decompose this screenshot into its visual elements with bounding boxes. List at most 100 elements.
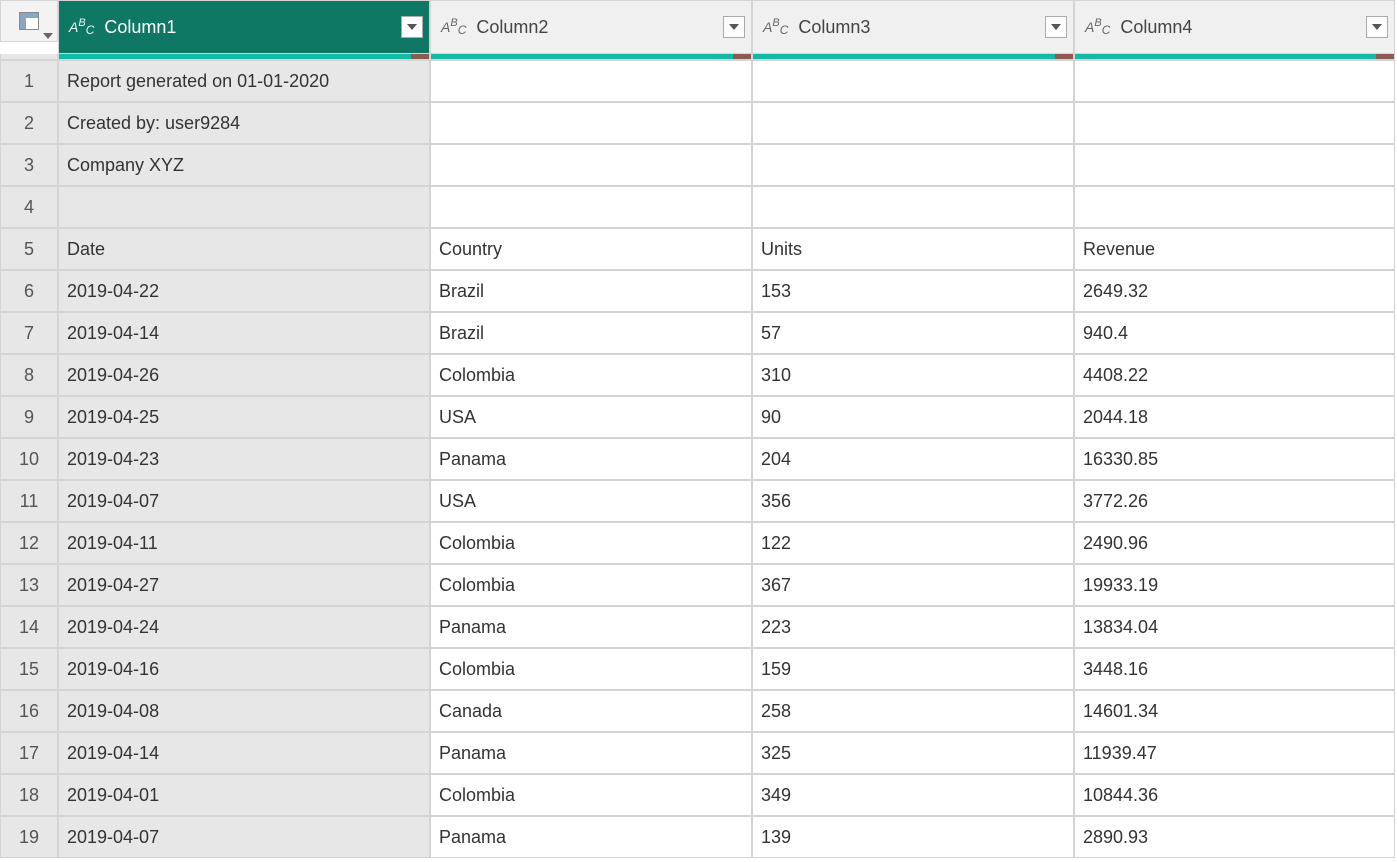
- row-number[interactable]: 13: [0, 564, 58, 606]
- table-cell[interactable]: [752, 60, 1074, 102]
- table-cell[interactable]: Panama: [430, 438, 752, 480]
- table-cell[interactable]: Brazil: [430, 270, 752, 312]
- table-cell[interactable]: [430, 186, 752, 228]
- table-cell[interactable]: [752, 144, 1074, 186]
- table-cell[interactable]: 2019-04-08: [58, 690, 430, 732]
- table-cell[interactable]: 2019-04-23: [58, 438, 430, 480]
- table-cell[interactable]: Colombia: [430, 648, 752, 690]
- row-number[interactable]: 19: [0, 816, 58, 858]
- table-cell[interactable]: Colombia: [430, 354, 752, 396]
- table-cell[interactable]: [430, 60, 752, 102]
- column-filter-button[interactable]: [723, 16, 745, 38]
- select-all-corner[interactable]: [0, 0, 58, 42]
- table-cell[interactable]: 349: [752, 774, 1074, 816]
- table-cell[interactable]: 258: [752, 690, 1074, 732]
- table-cell[interactable]: Panama: [430, 732, 752, 774]
- column-header-3[interactable]: ABCColumn3: [752, 0, 1074, 54]
- column-header-2[interactable]: ABCColumn2: [430, 0, 752, 54]
- table-cell[interactable]: 2019-04-01: [58, 774, 430, 816]
- table-cell[interactable]: 310: [752, 354, 1074, 396]
- row-number[interactable]: 3: [0, 144, 58, 186]
- table-cell[interactable]: 159: [752, 648, 1074, 690]
- table-cell[interactable]: 16330.85: [1074, 438, 1395, 480]
- row-number[interactable]: 18: [0, 774, 58, 816]
- table-cell[interactable]: 2019-04-25: [58, 396, 430, 438]
- row-number[interactable]: 16: [0, 690, 58, 732]
- table-cell[interactable]: [1074, 60, 1395, 102]
- table-cell[interactable]: 325: [752, 732, 1074, 774]
- table-cell[interactable]: USA: [430, 396, 752, 438]
- table-cell[interactable]: 3772.26: [1074, 480, 1395, 522]
- row-number[interactable]: 17: [0, 732, 58, 774]
- column-filter-button[interactable]: [1366, 16, 1388, 38]
- table-cell[interactable]: Company XYZ: [58, 144, 430, 186]
- table-cell[interactable]: 367: [752, 564, 1074, 606]
- table-cell[interactable]: Date: [58, 228, 430, 270]
- table-cell[interactable]: [752, 102, 1074, 144]
- row-number[interactable]: 11: [0, 480, 58, 522]
- column-header-4[interactable]: ABCColumn4: [1074, 0, 1395, 54]
- table-cell[interactable]: 122: [752, 522, 1074, 564]
- table-cell[interactable]: 57: [752, 312, 1074, 354]
- column-filter-button[interactable]: [401, 16, 423, 38]
- table-cell[interactable]: Created by: user9284: [58, 102, 430, 144]
- table-cell[interactable]: 356: [752, 480, 1074, 522]
- table-cell[interactable]: 2019-04-14: [58, 732, 430, 774]
- row-number[interactable]: 4: [0, 186, 58, 228]
- row-number[interactable]: 14: [0, 606, 58, 648]
- table-cell[interactable]: 204: [752, 438, 1074, 480]
- table-cell[interactable]: 223: [752, 606, 1074, 648]
- table-cell[interactable]: 14601.34: [1074, 690, 1395, 732]
- table-cell[interactable]: USA: [430, 480, 752, 522]
- table-cell[interactable]: 2649.32: [1074, 270, 1395, 312]
- table-cell[interactable]: Panama: [430, 816, 752, 858]
- row-number[interactable]: 5: [0, 228, 58, 270]
- table-cell[interactable]: [58, 186, 430, 228]
- table-cell[interactable]: 10844.36: [1074, 774, 1395, 816]
- row-number[interactable]: 12: [0, 522, 58, 564]
- table-cell[interactable]: 90: [752, 396, 1074, 438]
- table-cell[interactable]: 2019-04-16: [58, 648, 430, 690]
- table-cell[interactable]: 2019-04-07: [58, 480, 430, 522]
- table-cell[interactable]: 2019-04-14: [58, 312, 430, 354]
- column-header-1[interactable]: ABCColumn1: [58, 0, 430, 54]
- table-cell[interactable]: Panama: [430, 606, 752, 648]
- table-cell[interactable]: Revenue: [1074, 228, 1395, 270]
- row-number[interactable]: 2: [0, 102, 58, 144]
- row-number[interactable]: 9: [0, 396, 58, 438]
- table-cell[interactable]: [430, 144, 752, 186]
- table-cell[interactable]: Country: [430, 228, 752, 270]
- table-cell[interactable]: Colombia: [430, 774, 752, 816]
- table-cell[interactable]: 11939.47: [1074, 732, 1395, 774]
- table-cell[interactable]: Units: [752, 228, 1074, 270]
- table-cell[interactable]: 3448.16: [1074, 648, 1395, 690]
- table-cell[interactable]: 2019-04-11: [58, 522, 430, 564]
- row-number[interactable]: 15: [0, 648, 58, 690]
- table-cell[interactable]: 139: [752, 816, 1074, 858]
- table-cell[interactable]: 2490.96: [1074, 522, 1395, 564]
- row-number[interactable]: 1: [0, 60, 58, 102]
- table-cell[interactable]: [1074, 144, 1395, 186]
- table-cell[interactable]: 2019-04-26: [58, 354, 430, 396]
- table-cell[interactable]: [430, 102, 752, 144]
- column-filter-button[interactable]: [1045, 16, 1067, 38]
- table-cell[interactable]: [752, 186, 1074, 228]
- row-number[interactable]: 7: [0, 312, 58, 354]
- table-cell[interactable]: 940.4: [1074, 312, 1395, 354]
- row-number[interactable]: 8: [0, 354, 58, 396]
- table-cell[interactable]: 2019-04-22: [58, 270, 430, 312]
- row-number[interactable]: 6: [0, 270, 58, 312]
- row-number[interactable]: 10: [0, 438, 58, 480]
- table-cell[interactable]: [1074, 102, 1395, 144]
- table-cell[interactable]: 2019-04-27: [58, 564, 430, 606]
- table-cell[interactable]: 2890.93: [1074, 816, 1395, 858]
- table-cell[interactable]: 13834.04: [1074, 606, 1395, 648]
- table-cell[interactable]: Colombia: [430, 522, 752, 564]
- table-cell[interactable]: Report generated on 01-01-2020: [58, 60, 430, 102]
- table-cell[interactable]: [1074, 186, 1395, 228]
- table-cell[interactable]: Colombia: [430, 564, 752, 606]
- table-cell[interactable]: 19933.19: [1074, 564, 1395, 606]
- table-cell[interactable]: Canada: [430, 690, 752, 732]
- table-cell[interactable]: 2019-04-07: [58, 816, 430, 858]
- table-cell[interactable]: 2044.18: [1074, 396, 1395, 438]
